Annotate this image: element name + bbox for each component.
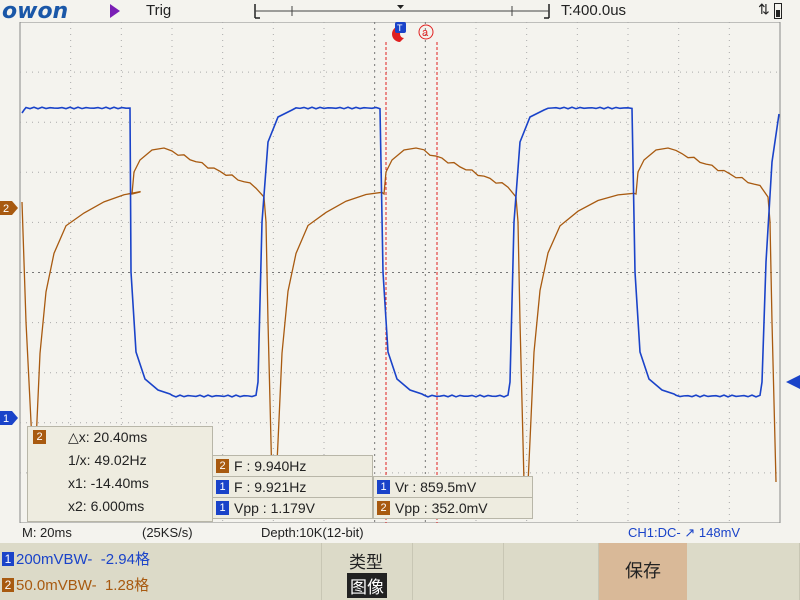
- cursor-delta-x: △x: 20.40ms: [68, 429, 148, 445]
- ch1-ground-marker[interactable]: 1: [0, 411, 18, 425]
- measurement-vpp-ch1: 1 Vpp : 1.179V: [212, 497, 373, 519]
- sample-rate-label: (25KS/s): [142, 525, 193, 540]
- svg-text:2: 2: [3, 203, 9, 215]
- ch2-info[interactable]: 2 50.0mVBW- 1.28格: [2, 574, 149, 595]
- memory-depth-label: Depth:10K(12-bit): [261, 525, 364, 540]
- trigger-position-icon: [397, 5, 404, 9]
- cursor-panel: 2 △x: 20.40ms 1/x: 49.02Hz x1: -14.40ms …: [27, 426, 213, 522]
- menu-slot-3[interactable]: [412, 543, 504, 600]
- acquisition-status-bar: M: 20ms (25KS/s) Depth:10K(12-bit) CH1:D…: [0, 523, 800, 543]
- measurement-f-ch1: 1 F : 9.921Hz: [212, 476, 373, 498]
- save-button[interactable]: 保存: [599, 543, 687, 600]
- usb-icon: ⇅: [758, 1, 770, 17]
- cursor-x2: x2: 6.000ms: [68, 498, 145, 514]
- cursor-a-label: a: [422, 27, 429, 39]
- ch1-info[interactable]: 1 200mVBW- -2.94格: [2, 548, 150, 569]
- horizontal-position-bar[interactable]: [254, 3, 550, 19]
- battery-icon: [774, 3, 782, 19]
- menu-type-image[interactable]: 类型 图像: [321, 543, 413, 600]
- cursor-channel-badge: 2: [33, 430, 46, 444]
- trigger-level-icon: [786, 375, 800, 389]
- timebase-offset: T:400.0us: [561, 2, 627, 19]
- bottom-menu-bar: 1 200mVBW- -2.94格 2 50.0mVBW- 1.28格 类型 图像 …: [0, 543, 800, 600]
- cursor-x1: x1: -14.40ms: [68, 475, 149, 491]
- trigger-info-label: CH1:DC- ↗ 148mV: [628, 525, 741, 540]
- cursor-inverse-x: 1/x: 49.02Hz: [68, 452, 147, 468]
- menu-image-option[interactable]: 图像: [347, 573, 387, 598]
- run-play-icon[interactable]: [110, 4, 120, 18]
- rising-edge-icon: ↗: [684, 525, 696, 540]
- measurement-f-ch2: 2 F : 9.940Hz: [212, 455, 373, 477]
- owon-logo: OWON: [2, 0, 69, 24]
- measurement-vpp-ch2: 2 Vpp : 352.0mV: [373, 497, 533, 519]
- menu-slot-4[interactable]: [503, 543, 599, 600]
- channel-info-cell[interactable]: 1 200mVBW- -2.94格 2 50.0mVBW- 1.28格: [0, 543, 230, 600]
- trigger-mode-label: Trig: [146, 2, 172, 19]
- measurement-vr-ch1: 1 Vr : 859.5mV: [373, 476, 533, 498]
- trigger-marker-label: T: [397, 23, 403, 33]
- svg-text:1: 1: [3, 413, 9, 425]
- menu-slot-1[interactable]: [230, 543, 322, 600]
- ch2-ground-marker[interactable]: 2: [0, 201, 18, 215]
- timebase-label: M: 20ms: [22, 525, 72, 540]
- menu-slot-6[interactable]: [688, 543, 800, 600]
- top-status-bar: OWON Trig T:400.0us ⇅: [0, 0, 800, 24]
- menu-type-label: 类型: [349, 553, 383, 572]
- oscilloscope-screen: OWON Trig T:400.0us ⇅ T: [0, 0, 800, 600]
